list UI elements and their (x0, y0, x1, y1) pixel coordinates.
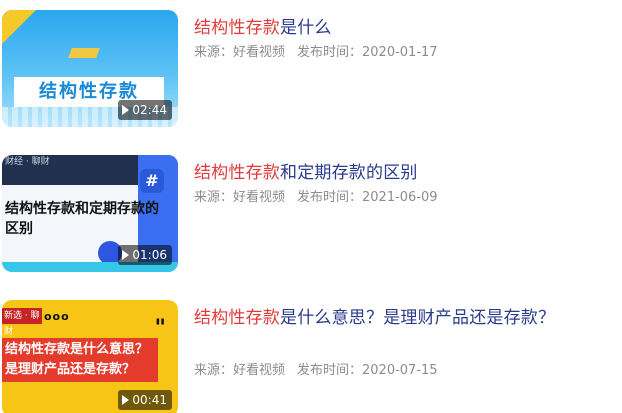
duration-badge: 00:41 (118, 390, 172, 410)
thumbnail-caption: 结构性存款和定期存款的区别 (5, 201, 159, 237)
source-text: 来源：好看视频 (194, 190, 286, 205)
title-highlight: 结构性存款 (194, 308, 280, 328)
video-thumbnail[interactable]: 财经 · 聊财 # 结构性存款和定期存款的区别 01:06 (2, 155, 178, 272)
video-result-item[interactable]: 新选 · 聊财 ooo " 结构性存款是什么意思？是理财产品还是存款？ 00:4… (0, 290, 622, 413)
source-text: 来源：好看视频 (194, 45, 286, 60)
video-thumbnail[interactable]: 结构性存款 02:44 (2, 10, 178, 127)
video-title-link[interactable]: 结构性存款和定期存款的区别 (194, 160, 574, 186)
publish-time: 发布时间：2020-01-17 (297, 45, 438, 60)
title-text: 是什么 (280, 18, 332, 38)
title-text: 是什么意思？是理财产品还是存款？ (280, 308, 556, 328)
video-result-item[interactable]: 结构性存款 02:44 结构性存款是什么 来源：好看视频 发布时间：2020-0… (0, 0, 622, 135)
play-icon (122, 395, 130, 405)
video-title-link[interactable]: 结构性存款是什么 (194, 15, 574, 41)
thumbnail-caption: 结构性存款是什么意思？是理财产品还是存款？ (2, 338, 158, 382)
video-thumbnail[interactable]: 新选 · 聊财 ooo " 结构性存款是什么意思？是理财产品还是存款？ 00:4… (2, 300, 178, 413)
thumbnail-decoration (2, 10, 36, 44)
duration-text: 01:06 (132, 248, 167, 262)
thumbnail-label: 新选 · 聊财 (2, 308, 42, 337)
title-highlight: 结构性存款 (194, 18, 280, 38)
video-title-link[interactable]: 结构性存款是什么意思？是理财产品还是存款？ (194, 305, 574, 331)
title-text: 和定期存款的区别 (280, 163, 418, 183)
publish-time: 发布时间：2020-07-15 (297, 363, 438, 378)
publish-time: 发布时间：2021-06-09 (297, 190, 438, 205)
duration-badge: 02:44 (118, 100, 172, 120)
video-meta: 来源：好看视频 发布时间：2020-01-17 (194, 44, 438, 62)
video-result-item[interactable]: 财经 · 聊财 # 结构性存款和定期存款的区别 01:06 结构性存款和定期存款… (0, 145, 622, 280)
hashtag-icon: # (140, 169, 164, 193)
video-meta: 来源：好看视频 发布时间：2021-06-09 (194, 189, 438, 207)
title-highlight: 结构性存款 (194, 163, 280, 183)
duration-text: 02:44 (132, 103, 167, 117)
duration-text: 00:41 (132, 393, 167, 407)
source-text: 来源：好看视频 (194, 363, 286, 378)
video-meta: 来源：好看视频 发布时间：2020-07-15 (194, 362, 438, 380)
play-icon (122, 250, 130, 260)
graduation-cap-icon (68, 48, 100, 58)
play-icon (122, 105, 130, 115)
thumbnail-decoration: ooo (44, 310, 70, 323)
duration-badge: 01:06 (118, 245, 172, 265)
